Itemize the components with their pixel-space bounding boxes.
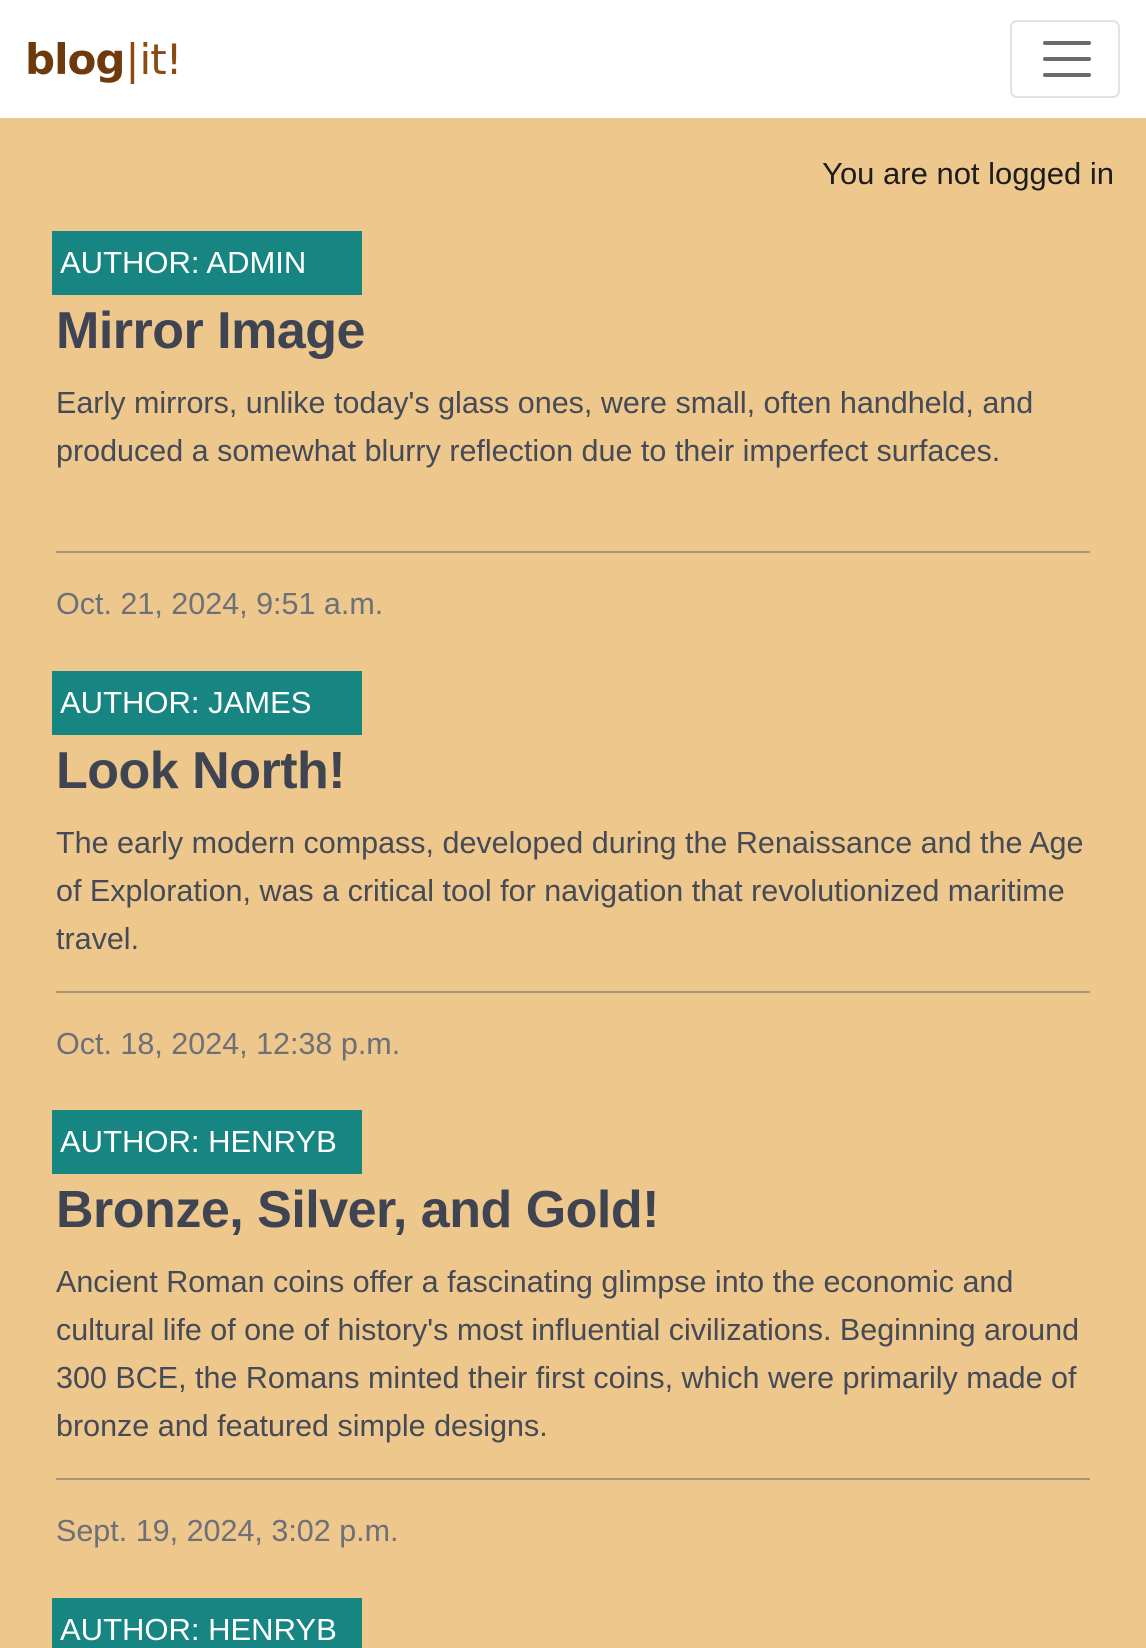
post-excerpt: Early mirrors, unlike today's glass ones… bbox=[56, 386, 1034, 468]
post-divider bbox=[56, 991, 1090, 993]
brand-logo[interactable]: blog|it! bbox=[25, 30, 183, 90]
author-badge[interactable]: AUTHOR: ADMIN bbox=[52, 231, 362, 295]
post-divider bbox=[56, 1478, 1090, 1480]
author-badge[interactable]: AUTHOR: HENRYB bbox=[52, 1110, 362, 1174]
post-title[interactable]: Look North! bbox=[56, 735, 346, 807]
navbar: blog|it! bbox=[0, 0, 1146, 118]
author-badge[interactable]: AUTHOR: JAMES bbox=[52, 671, 362, 735]
post-date: Oct. 18, 2024, 12:38 p.m. bbox=[56, 1027, 401, 1061]
post-date: Sept. 19, 2024, 3:02 p.m. bbox=[56, 1514, 399, 1548]
post-card: AUTHOR: JAMES Look North! The early mode… bbox=[52, 671, 1090, 1071]
post-date: Oct. 21, 2024, 9:51 a.m. bbox=[56, 587, 384, 621]
post-card: AUTHOR: HENRYB Bronze, Silver, and Gold!… bbox=[52, 1110, 1090, 1560]
navbar-toggle-button[interactable] bbox=[1010, 20, 1120, 98]
brand-text-it: it! bbox=[139, 35, 183, 84]
post-title[interactable]: Bronze, Silver, and Gold! bbox=[56, 1174, 659, 1246]
post-excerpt: Ancient Roman coins offer a fascinating … bbox=[56, 1265, 1080, 1443]
brand-text-blog: blog bbox=[25, 35, 125, 84]
post-card: AUTHOR: ADMIN Mirror Image Early mirrors… bbox=[52, 231, 1090, 631]
post-excerpt: The early modern compass, developed duri… bbox=[56, 826, 1084, 956]
author-badge[interactable]: AUTHOR: HENRYB bbox=[52, 1598, 362, 1648]
post-title[interactable]: Mirror Image bbox=[56, 295, 365, 367]
login-status-text: You are not logged in bbox=[822, 156, 1114, 191]
post-divider bbox=[56, 551, 1090, 553]
post-card: AUTHOR: HENRYB bbox=[52, 1598, 1090, 1648]
brand-separator: | bbox=[125, 35, 139, 84]
